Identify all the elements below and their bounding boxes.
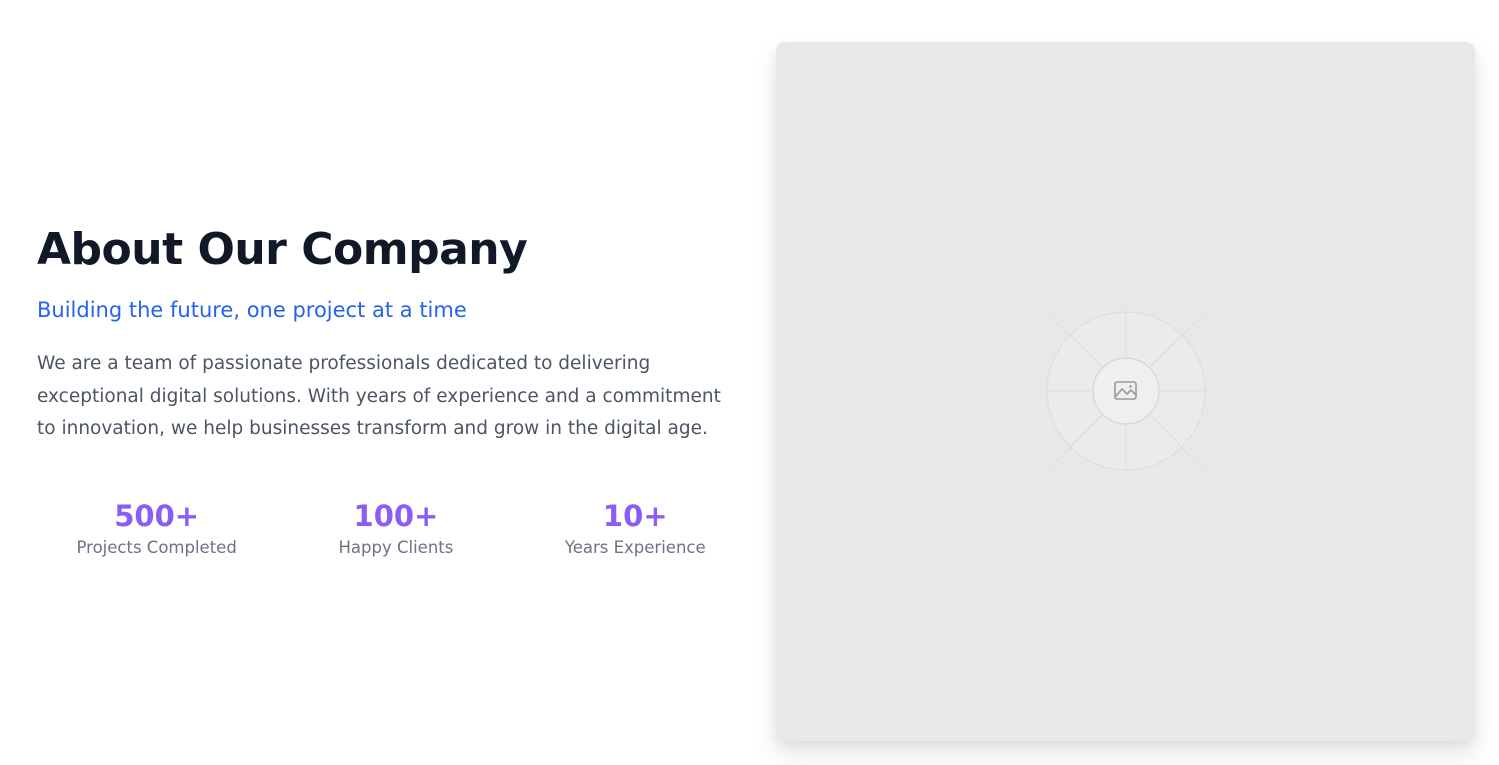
company-image [776,42,1475,741]
stat-clients: 100+ Happy Clients [276,496,515,559]
stats-row: 500+ Projects Completed 100+ Happy Clien… [37,496,755,559]
about-content: About Our Company Building the future, o… [37,222,747,446]
stat-label: Happy Clients [338,538,454,557]
image-placeholder [1019,286,1233,498]
stat-value: 10+ [602,499,668,533]
about-section: About Our Company Building the future, o… [0,0,1499,765]
page-subtitle: Building the future, one project at a ti… [37,298,467,322]
page-title: About Our Company [37,224,528,275]
stat-label: Years Experience [564,538,706,557]
stat-value: 500+ [114,499,200,533]
stat-label: Projects Completed [76,538,237,557]
stat-experience: 10+ Years Experience [516,496,755,559]
stat-projects: 500+ Projects Completed [37,496,276,559]
about-description: We are a team of passionate professional… [37,353,721,440]
stat-value: 100+ [353,499,439,533]
